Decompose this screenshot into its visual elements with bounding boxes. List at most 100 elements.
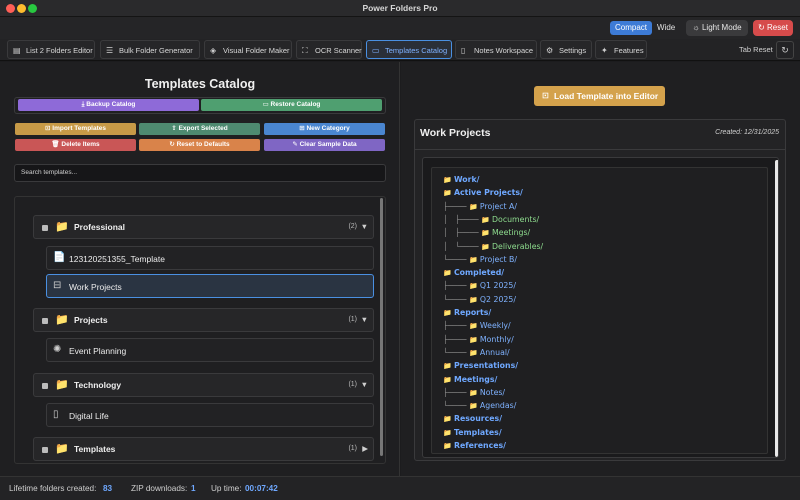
broom-icon: ✎ xyxy=(292,141,300,148)
category-list-scrollbar[interactable] xyxy=(380,198,383,456)
folder-icon: 📁 xyxy=(468,255,480,264)
title-bar: Power Folders Pro xyxy=(0,0,800,17)
templates-catalog-panel: Templates Catalog ⤓ Backup Catalog ▭ Res… xyxy=(0,62,400,476)
tab-list-2-folders-editor[interactable]: ▤ List 2 Folders Editor xyxy=(7,40,95,59)
category-projects[interactable]: 📁 Projects (1) ▼ xyxy=(33,308,374,332)
tree-line: └──── 📁 Project B/ xyxy=(443,255,517,265)
category-name: Templates xyxy=(74,444,116,454)
reset-button[interactable]: ↻ Reset xyxy=(753,20,793,36)
tab-visual-folder-maker[interactable]: ◈ Visual Folder Maker xyxy=(204,40,292,59)
view-compact-button[interactable]: Compact xyxy=(610,21,653,35)
folder-icon: 📁 xyxy=(443,415,454,424)
template-title: Work Projects xyxy=(420,127,491,139)
search-input[interactable]: Search templates... xyxy=(14,164,386,182)
folder-icon: 📁 xyxy=(468,322,480,331)
created-date: Created: 12/31/2025 xyxy=(715,129,779,136)
folder-icon: 📁 xyxy=(468,202,480,211)
refresh-icon: ↻ xyxy=(781,45,789,55)
phone-icon: ▯ xyxy=(53,409,59,420)
zip-downloads-label: ZIP downloads: xyxy=(131,484,188,493)
tab-label: Templates Catalog xyxy=(385,46,448,55)
tree-line: 📁 Resources/ xyxy=(443,414,502,424)
tab-ocr-scanner[interactable]: ⛶ OCR Scanner xyxy=(296,40,362,59)
category-professional[interactable]: 📁 Professional (2) ▼ xyxy=(33,215,374,239)
tab-label: Features xyxy=(614,46,644,55)
category-technology[interactable]: 📁 Technology (1) ▼ xyxy=(33,373,374,397)
clear-sample-data-button[interactable]: ✎ Clear Sample Data xyxy=(264,139,385,151)
tree-line: 📁 References/ xyxy=(443,441,506,451)
category-templates[interactable]: 📁 Templates (1) ▶ xyxy=(33,437,374,461)
tab-notes-workspace[interactable]: ▯ Notes Workspace xyxy=(455,40,537,59)
light-mode-button[interactable]: ☼ Light Mode xyxy=(686,20,748,36)
view-mode-toggle: Compact Wide xyxy=(610,21,680,35)
tab-bar: ▤ List 2 Folders Editor ☰ Bulk Folder Gene… xyxy=(0,39,800,61)
chevron-down-icon[interactable]: ▼ xyxy=(361,222,368,231)
tree-connector: └──── xyxy=(443,254,469,264)
folder-icon: 📁 xyxy=(443,189,454,198)
tree-connector: ├──── xyxy=(443,334,469,344)
tab-templates-catalog[interactable]: ▭ Templates Catalog xyxy=(366,40,452,59)
delete-items-button[interactable]: 🗑 Delete Items xyxy=(15,139,136,151)
tree-connector: ├──── xyxy=(443,387,469,397)
template-preview-panel: ⊡ Load Template into Editor Work Projects… xyxy=(401,62,800,476)
status-bar: Lifetime folders created: 83 ZIP downloa… xyxy=(0,476,800,500)
tab-label: Visual Folder Maker xyxy=(223,46,290,55)
folder-icon: 📁 xyxy=(481,242,493,251)
tab-label: Settings xyxy=(559,46,587,55)
clear-sample-data-label: Clear Sample Data xyxy=(299,141,357,148)
template-item[interactable]: 📄 123120251355_Template xyxy=(46,246,374,270)
template-item[interactable]: ✺ Event Planning xyxy=(46,338,374,362)
category-checkbox[interactable] xyxy=(42,383,48,389)
tab-reset-button[interactable]: ↻ xyxy=(776,41,794,59)
page-title: Templates Catalog xyxy=(144,77,256,91)
chevron-right-icon[interactable]: ▶ xyxy=(362,444,368,453)
chevron-down-icon[interactable]: ▼ xyxy=(361,315,368,324)
folder-icon: 📁 xyxy=(481,215,493,224)
uptime-label: Up time: xyxy=(211,484,242,493)
tree-scrollbar[interactable] xyxy=(775,160,778,457)
export-selected-button[interactable]: ⇪ Export Selected xyxy=(139,123,260,135)
backup-catalog-label: Backup Catalog xyxy=(86,101,136,108)
tree-folder-name: Monthly/ xyxy=(479,334,514,344)
tree-connector: ├──── xyxy=(443,321,469,331)
tree-folder-name: Notes/ xyxy=(479,387,506,397)
tab-features[interactable]: ✦ Features xyxy=(595,40,647,59)
category-checkbox[interactable] xyxy=(42,225,48,231)
folder-tree: 📁 Work/📁 Active Projects/├──── 📁 Project… xyxy=(431,167,768,454)
folder-icon: 📁 xyxy=(55,314,69,326)
backup-catalog-button[interactable]: ⤓ Backup Catalog xyxy=(18,99,199,111)
view-wide-button[interactable]: Wide xyxy=(652,21,680,35)
import-templates-button[interactable]: ⊡ Import Templates xyxy=(15,123,136,135)
trash-icon: 🗑 xyxy=(51,141,62,148)
category-checkbox[interactable] xyxy=(42,318,48,324)
category-checkbox[interactable] xyxy=(42,447,48,453)
briefcase-icon: ⊟ xyxy=(53,280,62,291)
category-name: Projects xyxy=(74,315,108,325)
document-icon: 📄 xyxy=(53,252,66,263)
tree-line: ├──── 📁 Notes/ xyxy=(443,388,505,398)
reset-to-defaults-button[interactable]: ↻ Reset to Defaults xyxy=(139,139,260,151)
folder-icon: 📁 xyxy=(468,335,480,344)
tree-folder-name: Work/ xyxy=(453,175,480,184)
divider xyxy=(415,149,785,150)
folder-icon: 📁 xyxy=(443,428,454,437)
tree-line: ├──── 📁 Monthly/ xyxy=(443,335,514,345)
template-item-selected[interactable]: ⊟ Work Projects xyxy=(46,274,374,298)
restore-catalog-button[interactable]: ▭ Restore Catalog xyxy=(201,99,382,111)
uptime-value: 00:07:42 xyxy=(245,484,278,493)
folder-icon: 📁 xyxy=(443,269,454,278)
gear-icon: ⚙ xyxy=(546,46,554,55)
tree-folder-name: Templates/ xyxy=(453,427,502,437)
tab-bulk-folder-generator[interactable]: ☰ Bulk Folder Generator xyxy=(100,40,200,59)
chevron-down-icon[interactable]: ▼ xyxy=(361,380,368,389)
tree-line: ├──── 📁 Q1 2025/ xyxy=(443,281,516,291)
tab-settings[interactable]: ⚙ Settings xyxy=(540,40,592,59)
category-name: Professional xyxy=(74,222,126,232)
tree-folder-name: Resources/ xyxy=(453,414,503,424)
template-item[interactable]: ▯ Digital Life xyxy=(46,403,374,427)
template-details: Work Projects Created: 12/31/2025 📁 Work… xyxy=(414,119,786,461)
template-name: Event Planning xyxy=(69,346,127,356)
new-category-button[interactable]: ⊞ New Category xyxy=(264,123,385,135)
load-template-button[interactable]: ⊡ Load Template into Editor xyxy=(534,86,665,106)
tree-line: 📁 Active Projects/ xyxy=(443,188,523,198)
